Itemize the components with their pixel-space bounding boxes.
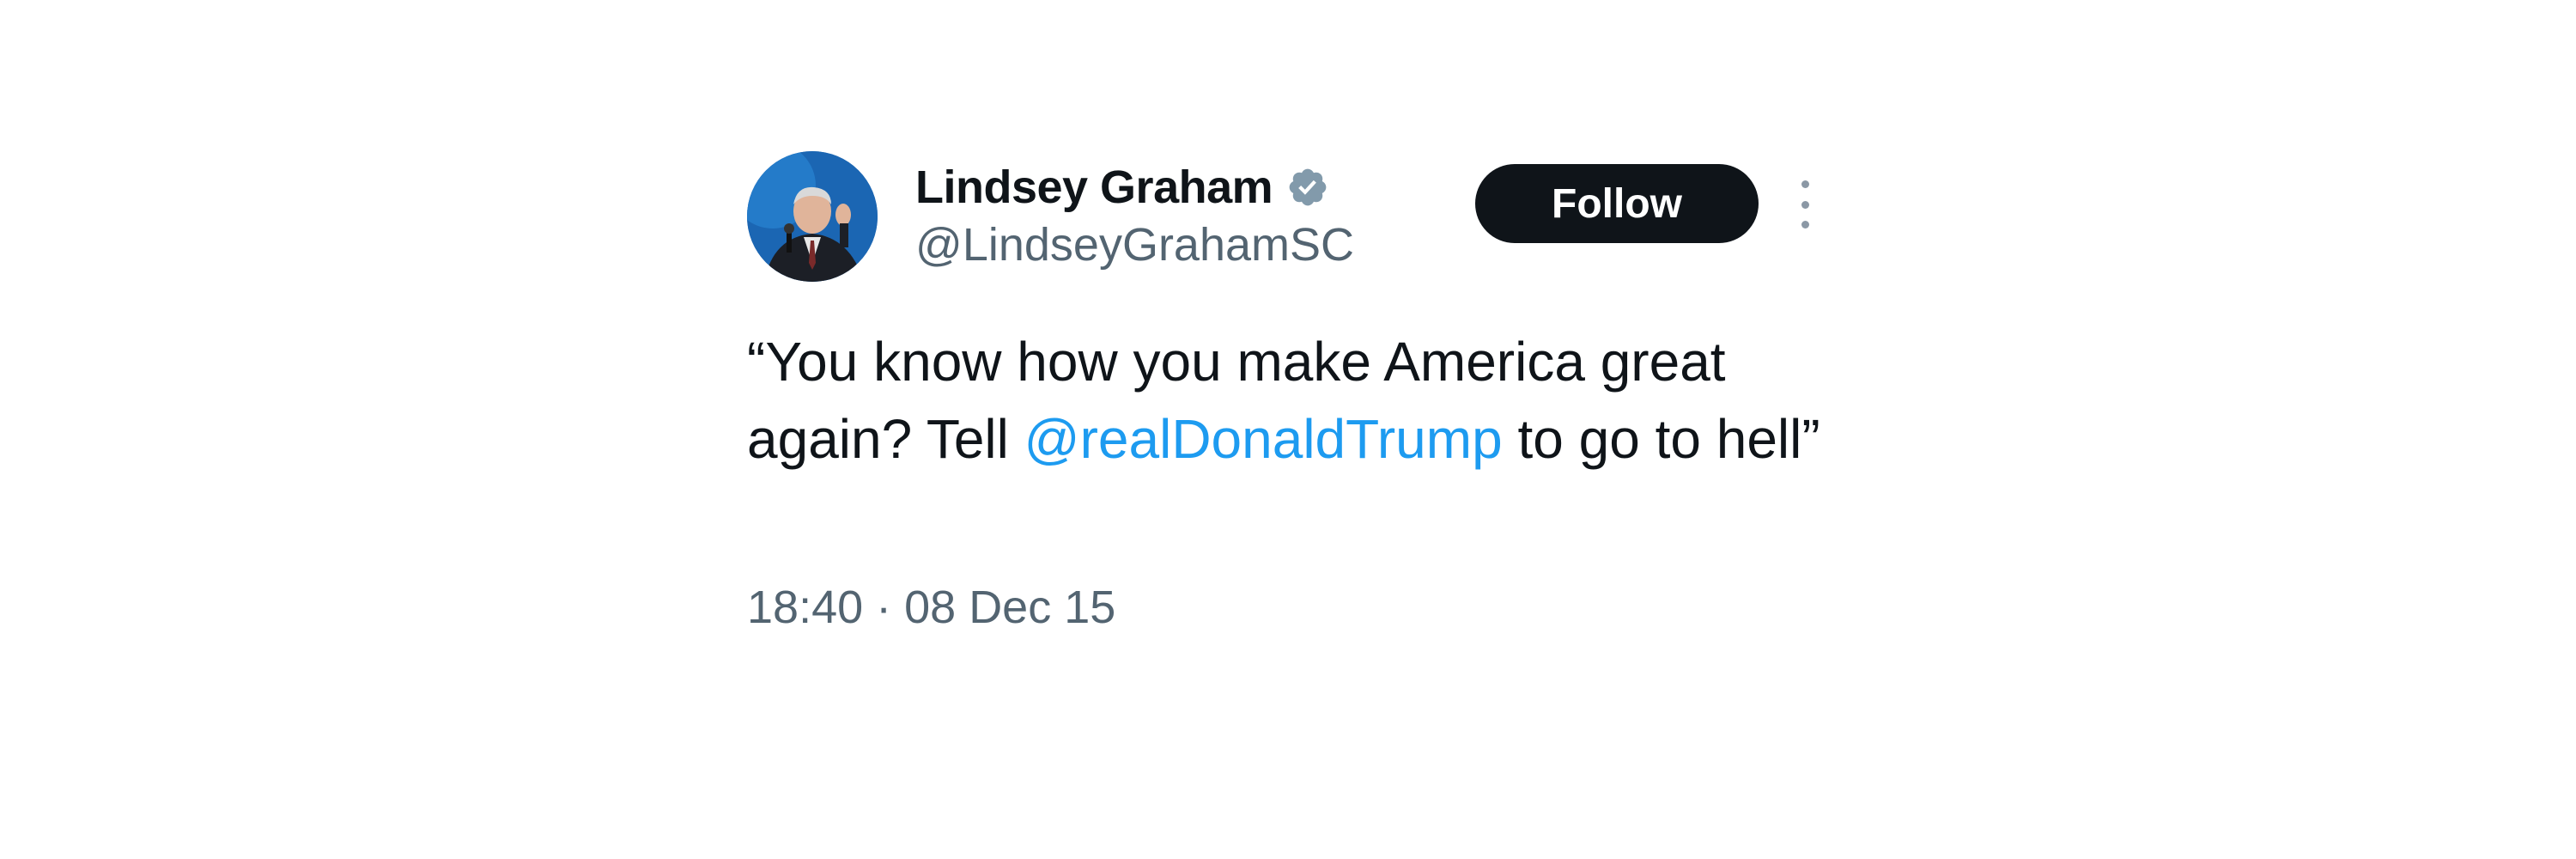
author-display-name[interactable]: Lindsey Graham bbox=[915, 161, 1273, 214]
tweet-card: Lindsey Graham @LindseyGrahamSC Follow “… bbox=[747, 151, 1838, 634]
verified-badge-icon bbox=[1286, 166, 1329, 209]
tweet-text: “You know how you make America great aga… bbox=[747, 323, 1829, 478]
more-dot bbox=[1801, 180, 1809, 188]
mention-link[interactable]: @realDonaldTrump bbox=[1024, 408, 1503, 470]
tweet-text-after: to go to hell” bbox=[1502, 408, 1820, 470]
tweet-timestamp[interactable]: 18:40 · 08 Dec 15 bbox=[747, 581, 1838, 634]
more-dot bbox=[1801, 200, 1809, 209]
author-handle[interactable]: @LindseyGrahamSC bbox=[915, 218, 1354, 271]
more-dot bbox=[1801, 221, 1809, 228]
author-info: Lindsey Graham @LindseyGrahamSC bbox=[915, 158, 1354, 271]
follow-button[interactable]: Follow bbox=[1475, 164, 1759, 243]
avatar[interactable] bbox=[747, 151, 878, 282]
name-row: Lindsey Graham bbox=[915, 158, 1354, 216]
tweet-header: Lindsey Graham @LindseyGrahamSC Follow bbox=[747, 151, 1838, 289]
more-vertical-icon[interactable] bbox=[1796, 180, 1814, 228]
